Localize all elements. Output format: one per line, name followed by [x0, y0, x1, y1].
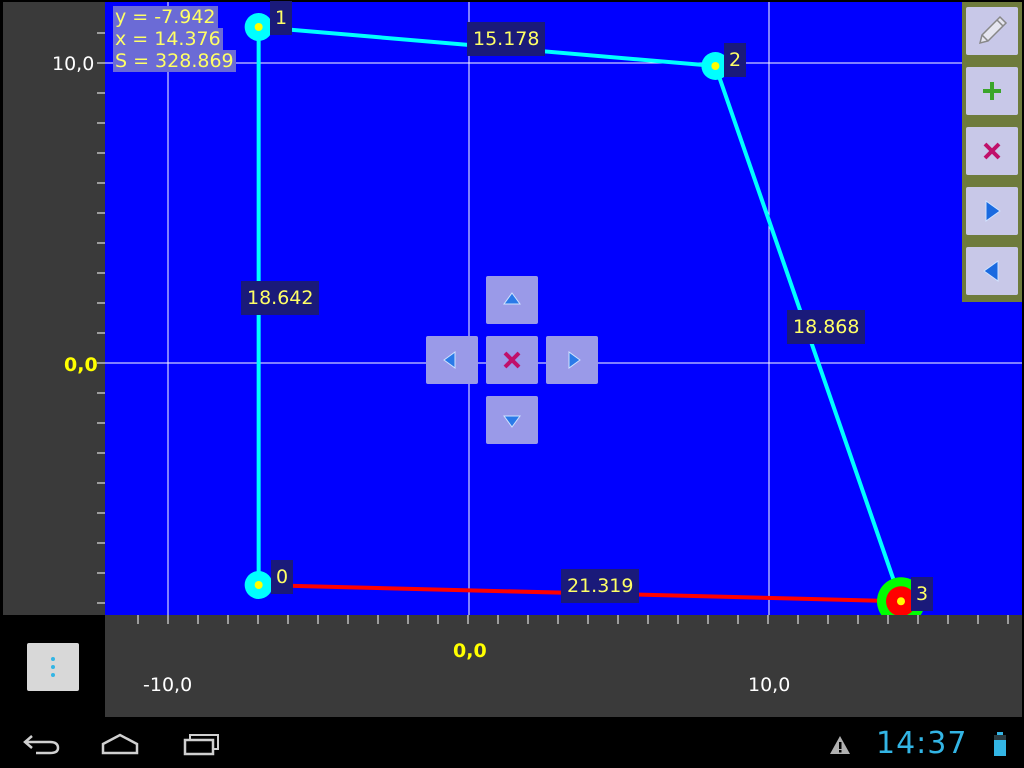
plus-icon — [983, 82, 1001, 100]
vertex-center-dot — [254, 581, 263, 589]
back-icon[interactable] — [22, 730, 62, 756]
point-label: 0 — [271, 560, 294, 594]
previous-point-button[interactable] — [966, 247, 1018, 295]
segment-length-label: 18.642 — [241, 281, 320, 315]
battery-icon — [994, 732, 1006, 756]
x-axis-ticks — [137, 615, 1009, 624]
delete-point-button[interactable] — [966, 127, 1018, 175]
overflow-menu-button[interactable] — [27, 643, 79, 691]
move-left-button[interactable] — [426, 336, 478, 384]
vertex-center-dot — [254, 23, 263, 31]
system-navigation-bar — [0, 718, 1024, 768]
menu-dot-icon — [51, 665, 55, 669]
x-axis-panel — [105, 615, 1022, 717]
menu-dot-icon — [51, 673, 55, 677]
readout-x: x = 14.376 — [113, 28, 223, 50]
menu-dot-icon — [51, 657, 55, 661]
x-axis-label-left: -10,0 — [143, 674, 193, 696]
segment-length-label: 15.178 — [467, 22, 546, 56]
arrow-right-icon — [985, 200, 1001, 222]
app-window: 10,0 0,0 0,0 -10,0 10,0 y = -7.942 x = 1… — [0, 0, 1024, 718]
home-icon[interactable] — [100, 732, 140, 756]
next-point-button[interactable] — [966, 187, 1018, 235]
y-axis-panel — [3, 2, 105, 615]
point-label: 2 — [724, 43, 747, 77]
arrow-down-icon — [503, 415, 521, 428]
right-toolbar — [962, 2, 1022, 302]
point-label: 1 — [270, 1, 293, 35]
move-right-button[interactable] — [546, 336, 598, 384]
segment-length-label: 18.868 — [787, 310, 866, 344]
segment-length-label: 21.319 — [561, 569, 640, 603]
arrow-up-icon — [503, 292, 521, 305]
x-axis-label-zero: 0,0 — [453, 640, 487, 662]
status-clock: 14:37 — [876, 726, 968, 761]
arrow-left-icon — [443, 351, 456, 369]
readout-y: y = -7.942 — [113, 6, 218, 28]
vertex-center-dot — [711, 62, 720, 70]
polyline-vertex[interactable] — [244, 571, 273, 599]
pencil-icon — [978, 15, 1008, 45]
arrow-right-icon — [568, 351, 581, 369]
readout-area: S = 328.869 — [113, 50, 236, 72]
y-axis-label-top: 10,0 — [52, 53, 95, 75]
edit-button[interactable] — [966, 7, 1018, 55]
cross-icon — [983, 142, 1001, 160]
warning-icon — [830, 736, 850, 754]
arrow-left-icon — [983, 260, 999, 282]
point-label: 3 — [911, 577, 934, 611]
cancel-move-button[interactable] — [486, 336, 538, 384]
polyline-vertex[interactable] — [244, 13, 273, 41]
vertex-center-dot — [896, 597, 905, 606]
cross-icon — [503, 351, 521, 369]
y-axis-label-zero: 0,0 — [64, 354, 98, 376]
recent-apps-icon[interactable] — [182, 732, 222, 756]
x-axis-label-right: 10,0 — [748, 674, 791, 696]
add-point-button[interactable] — [966, 67, 1018, 115]
y-axis-ticks — [97, 32, 105, 604]
move-down-button[interactable] — [486, 396, 538, 444]
move-up-button[interactable] — [486, 276, 538, 324]
